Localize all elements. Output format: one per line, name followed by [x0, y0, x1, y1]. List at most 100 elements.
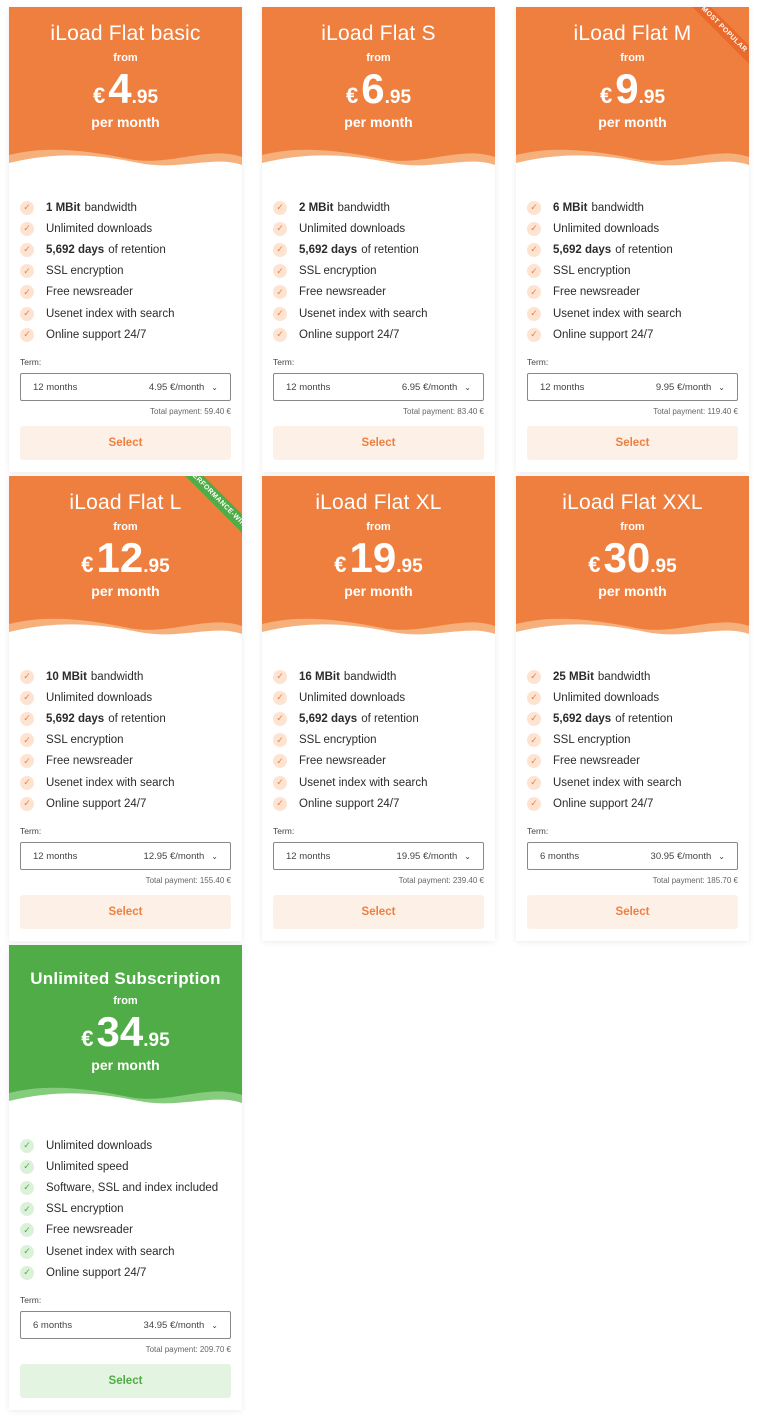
chevron-down-icon: ⌄ — [718, 382, 725, 392]
chevron-down-icon: ⌄ — [211, 851, 218, 861]
currency-symbol: € — [345, 83, 359, 108]
term-select[interactable]: 12 months 12.95 €/month ⌄ — [20, 842, 231, 871]
feature-item: ✓ 5,692 days of retention — [20, 708, 231, 729]
feature-item: ✓ SSL encryption — [20, 730, 231, 751]
wave-decoration — [9, 618, 242, 646]
select-button[interactable]: Select — [527, 895, 738, 930]
term-label: Term: — [20, 1295, 42, 1306]
from-label: from — [620, 521, 645, 533]
feature-item: ✓ 5,692 days of retention — [20, 239, 231, 260]
feature-item: ✓ Online support 24/7 — [20, 793, 231, 814]
term-price: 9.95 €/month — [655, 381, 712, 393]
check-icon: ✓ — [527, 242, 541, 257]
select-button[interactable]: Select — [20, 426, 231, 461]
term-label: Term: — [20, 826, 42, 837]
price-decimal: .95 — [384, 87, 412, 108]
term-value: 12 months — [33, 850, 78, 862]
check-icon: ✓ — [20, 1265, 34, 1280]
check-icon: ✓ — [527, 669, 541, 684]
price-integer: 30 — [603, 534, 651, 581]
select-button[interactable]: Select — [527, 426, 738, 461]
price-decimal: .95 — [638, 87, 666, 108]
per-month-label: per month — [91, 114, 160, 130]
feature-item: ✓ Online support 24/7 — [273, 793, 484, 814]
plan-price: € 34 .95 — [9, 1009, 242, 1055]
term-value: 12 months — [540, 381, 585, 393]
check-icon: ✓ — [527, 775, 541, 790]
price-decimal: .95 — [131, 87, 159, 108]
check-icon: ✓ — [20, 669, 34, 684]
term-select[interactable]: 12 months 6.95 €/month ⌄ — [273, 373, 484, 402]
term-select[interactable]: 12 months 9.95 €/month ⌄ — [527, 373, 738, 402]
feature-item: ✓ Free newsreader — [20, 751, 231, 772]
check-icon: ✓ — [273, 669, 287, 684]
per-month-label: per month — [598, 114, 667, 130]
wave-decoration — [516, 618, 749, 646]
price-decimal: .95 — [143, 1030, 170, 1051]
feature-item: ✓ Online support 24/7 — [527, 793, 738, 814]
check-icon: ✓ — [20, 1244, 34, 1259]
plan-card-l: iLoad Flat L from € 12 .95 per month PER… — [9, 476, 242, 942]
feature-list: ✓ 6 MBit bandwidth ✓ Unlimited downloads ✓ 5… — [516, 177, 749, 345]
check-icon: ✓ — [20, 1180, 34, 1195]
feature-item: ✓ SSL encryption — [20, 261, 231, 282]
check-icon: ✓ — [273, 690, 287, 705]
per-month-label: per month — [344, 583, 413, 599]
check-icon: ✓ — [273, 733, 287, 748]
from-label: from — [113, 52, 138, 64]
check-icon: ✓ — [527, 711, 541, 726]
chevron-down-icon: ⌄ — [464, 851, 471, 861]
term-price: 30.95 €/month — [650, 850, 712, 862]
currency-symbol: € — [334, 552, 347, 577]
from-label: from — [113, 521, 138, 533]
feature-item: ✓ Usenet index with search — [273, 303, 484, 324]
feature-item: ✓ SSL encryption — [273, 730, 484, 751]
plan-price: € 6 .95 — [262, 66, 495, 112]
currency-symbol: € — [92, 83, 106, 108]
term-price: 12.95 €/month — [143, 850, 205, 862]
check-icon: ✓ — [20, 775, 34, 790]
feature-item: ✓ 25 MBit bandwidth — [527, 666, 738, 687]
from-label: from — [366, 52, 391, 64]
term-label: Term: — [20, 357, 42, 368]
total-payment: Total payment: 185.70 € — [652, 876, 738, 886]
term-select[interactable]: 12 months 4.95 €/month ⌄ — [20, 373, 231, 402]
check-icon: ✓ — [273, 285, 287, 300]
feature-list: ✓ 1 MBit bandwidth ✓ Unlimited downloads ✓ 5… — [9, 177, 242, 345]
check-icon: ✓ — [20, 264, 34, 279]
feature-item: ✓ Online support 24/7 — [527, 324, 738, 345]
feature-item: ✓ Online support 24/7 — [20, 1262, 231, 1283]
plan-price: € 30 .95 — [516, 535, 749, 581]
check-icon: ✓ — [527, 264, 541, 279]
feature-item: ✓ 5,692 days of retention — [273, 708, 484, 729]
term-value: 6 months — [540, 850, 580, 862]
feature-item: ✓ 10 MBit bandwidth — [20, 666, 231, 687]
plan-title: iLoad Flat basic — [50, 22, 201, 45]
per-month-label: per month — [344, 114, 413, 130]
total-payment: Total payment: 83.40 € — [403, 407, 484, 417]
plan-price: € 9 .95 — [516, 66, 749, 112]
select-button[interactable]: Select — [273, 426, 484, 461]
feature-item: ✓ Unlimited downloads — [20, 218, 231, 239]
select-button[interactable]: Select — [273, 895, 484, 930]
feature-item: ✓ 6 MBit bandwidth — [527, 197, 738, 218]
check-icon: ✓ — [527, 200, 541, 215]
check-icon: ✓ — [527, 327, 541, 342]
term-select[interactable]: 6 months 34.95 €/month ⌄ — [20, 1311, 231, 1340]
check-icon: ✓ — [527, 306, 541, 321]
term-select[interactable]: 12 months 19.95 €/month ⌄ — [273, 842, 484, 871]
feature-item: ✓ Unlimited downloads — [527, 687, 738, 708]
feature-item: ✓ Unlimited downloads — [20, 687, 231, 708]
feature-item: ✓ 5,692 days of retention — [527, 239, 738, 260]
check-icon: ✓ — [273, 264, 287, 279]
select-button[interactable]: Select — [20, 895, 231, 930]
price-decimal: .95 — [650, 556, 677, 577]
term-value: 12 months — [286, 850, 331, 862]
feature-item: ✓ Free newsreader — [273, 751, 484, 772]
feature-item: ✓ Free newsreader — [527, 282, 738, 303]
term-select[interactable]: 6 months 30.95 €/month ⌄ — [527, 842, 738, 871]
check-icon: ✓ — [527, 690, 541, 705]
select-button[interactable]: Select — [20, 1364, 231, 1399]
term-label: Term: — [527, 826, 549, 837]
plan-title: iLoad Flat XXL — [562, 491, 703, 514]
